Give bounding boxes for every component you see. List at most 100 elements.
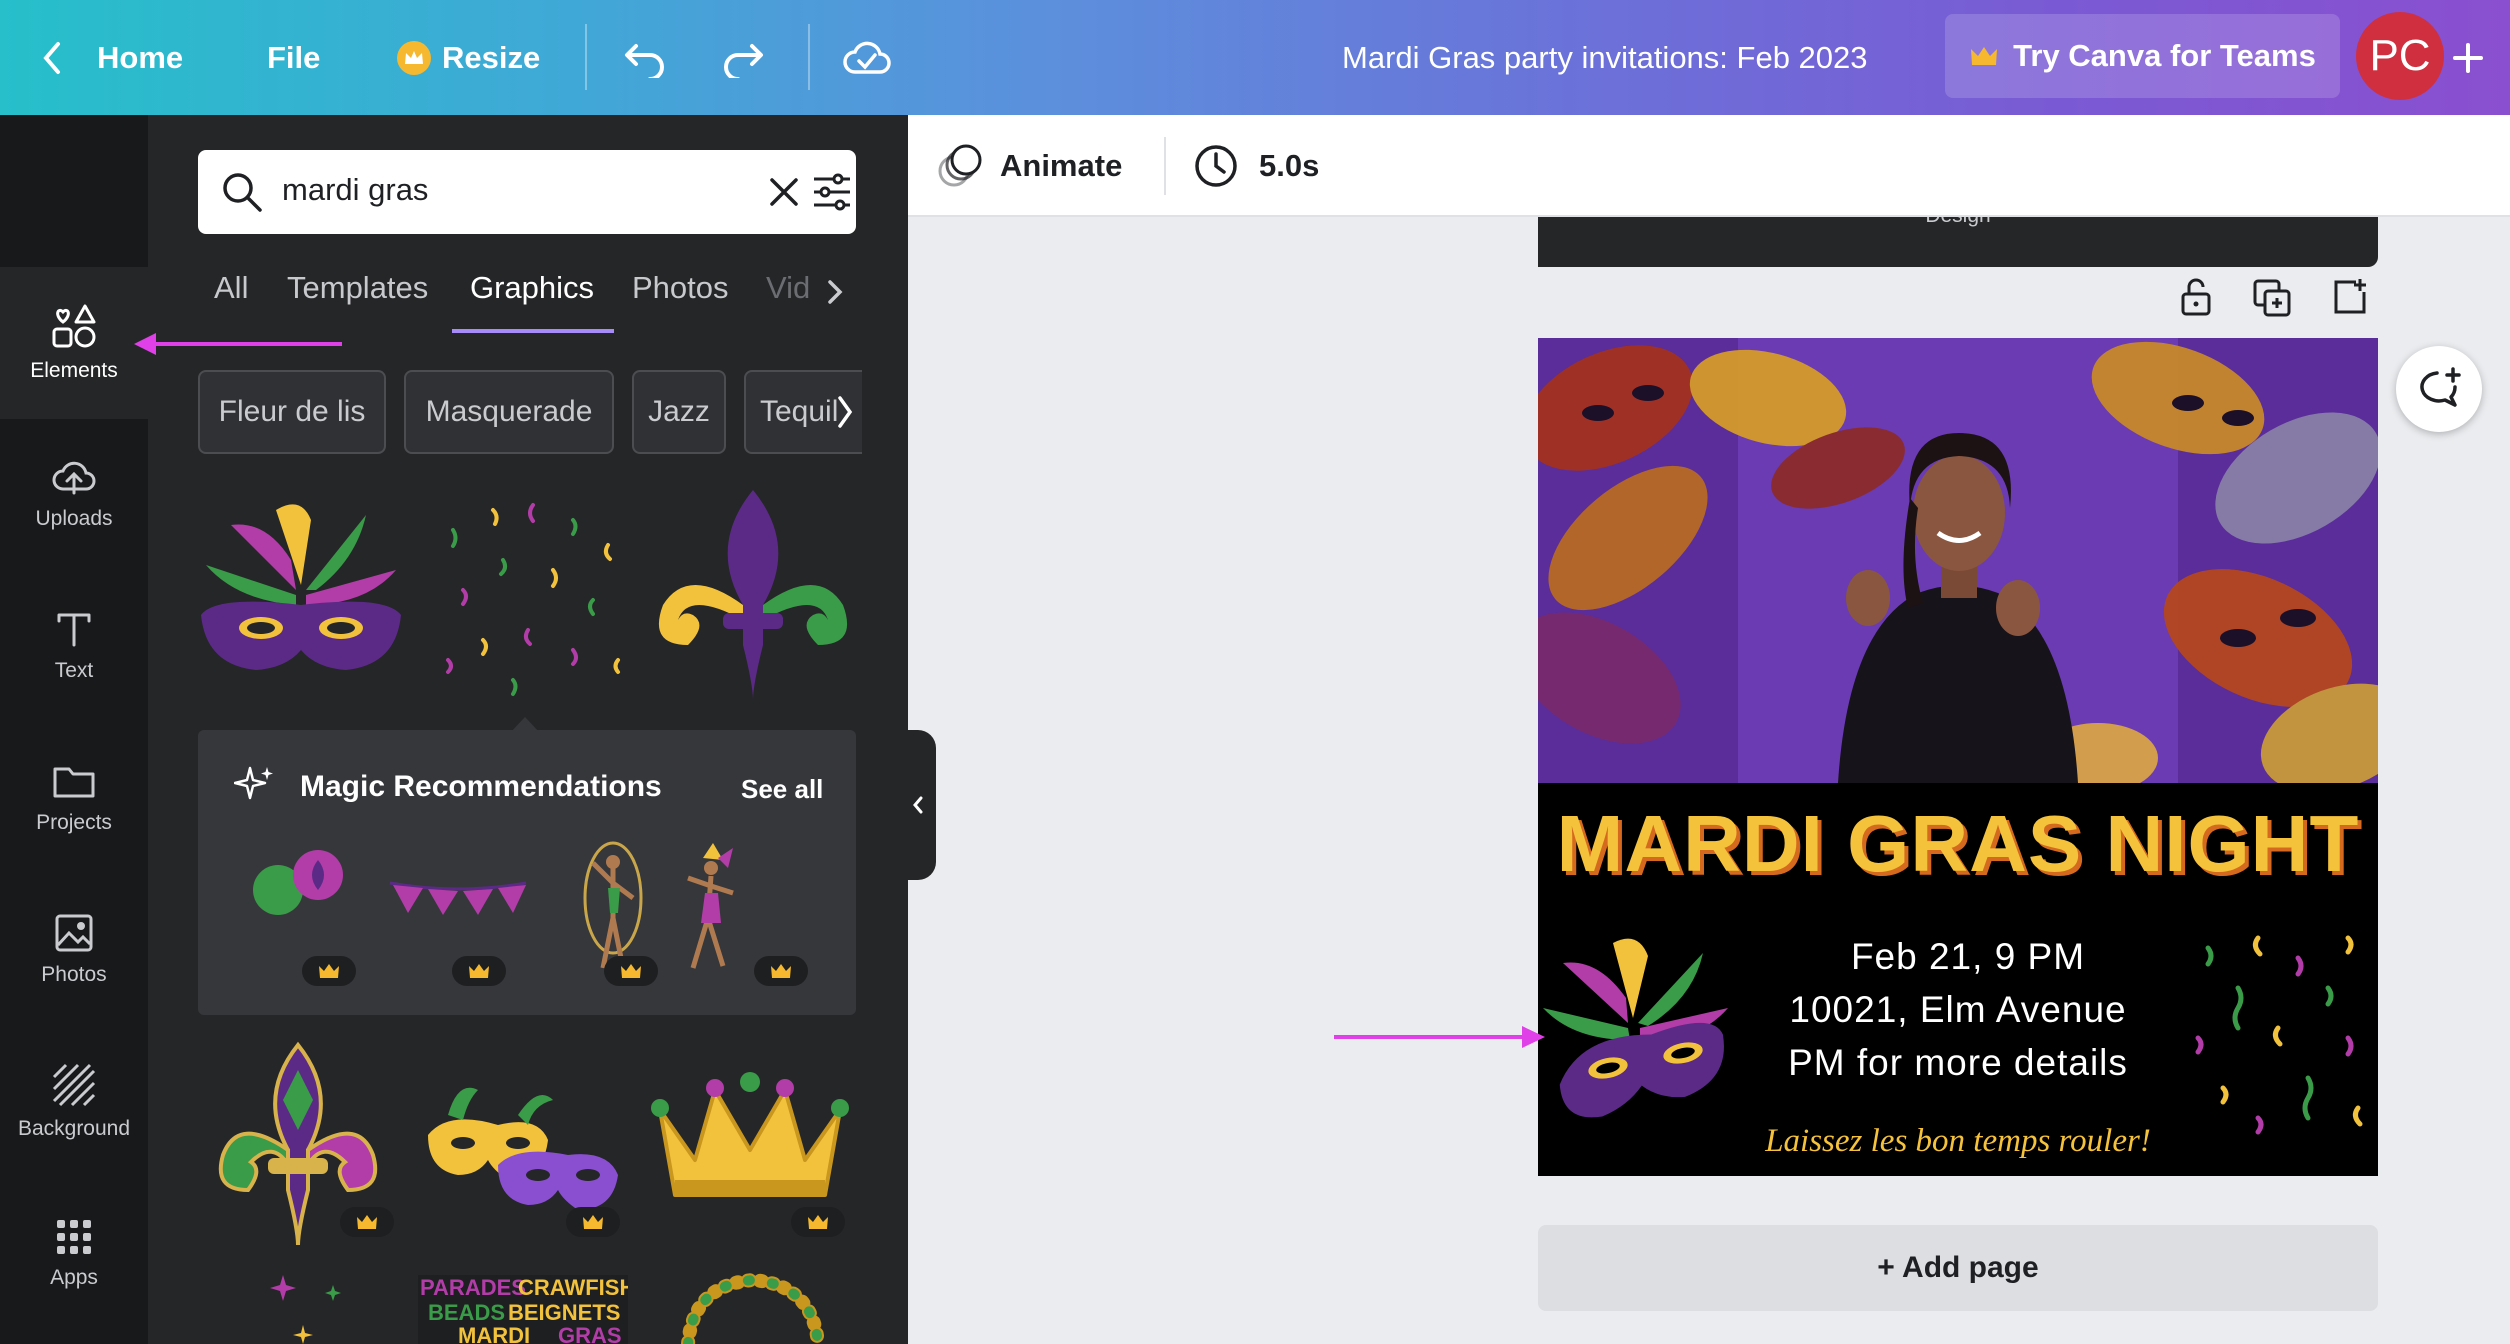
duplicate-page-icon[interactable] (2252, 278, 2292, 318)
crown-icon (357, 1215, 377, 1229)
sidebar-item-projects[interactable]: Projects (0, 724, 148, 872)
folder-icon (53, 767, 95, 798)
duration-button[interactable]: 5.0s (1193, 143, 1319, 189)
resize-button[interactable]: Resize (396, 0, 540, 115)
design-headline[interactable]: MARDI GRAS NIGHT (1538, 798, 2378, 890)
clear-x-icon[interactable] (768, 176, 800, 208)
tab-graphics[interactable]: Graphics (470, 270, 594, 306)
animate-label: Animate (1000, 148, 1123, 183)
back-chevron-icon[interactable] (38, 0, 64, 115)
graphic-bead-necklace[interactable] (668, 1265, 838, 1344)
design-page[interactable]: MARDI GRAS NIGHT Feb 21, 9 PM 10021, Elm… (1538, 338, 2378, 1176)
premium-badge (754, 956, 808, 986)
add-page-icon[interactable] (2330, 276, 2370, 318)
sidebar-item-background[interactable]: Background (0, 1028, 148, 1176)
premium-badge (302, 956, 356, 986)
svg-text:GRAS: GRAS (558, 1323, 622, 1344)
sidebar-item-label: Uploads (35, 507, 113, 530)
see-all-link[interactable]: See all (741, 774, 823, 805)
comment-plus-icon (2420, 367, 2461, 407)
search-input[interactable] (282, 172, 702, 208)
tab-videos[interactable]: Vid (766, 270, 810, 306)
add-page-button[interactable]: + Add page (1538, 1225, 2378, 1311)
document-title[interactable]: Mardi Gras party invitations: Feb 2023 (1342, 0, 1868, 115)
divider (1164, 137, 1166, 195)
sidebar-item-photos[interactable]: Photos (0, 876, 148, 1024)
design-address-text[interactable]: 10021, Elm Avenue (1789, 989, 2126, 1031)
sidebar-item-apps[interactable]: Apps (0, 1180, 148, 1328)
crown-icon (583, 1215, 603, 1229)
shapes-icon (52, 304, 96, 348)
animate-circles-icon (938, 144, 982, 187)
undo-icon[interactable] (622, 0, 668, 115)
teams-button-label: Try Canva for Teams (2013, 38, 2316, 73)
graphic-mardi-gras-mask[interactable] (196, 490, 406, 705)
grid-icon (57, 1220, 91, 1254)
premium-badge (604, 956, 658, 986)
premium-badge (452, 956, 506, 986)
sidebar-item-uploads[interactable]: Uploads (0, 420, 148, 568)
editor-toolbar: Animate 5.0s (908, 115, 2510, 217)
svg-text:PARADES: PARADES (420, 1275, 526, 1300)
active-tab-underline (452, 329, 614, 333)
magic-title: Magic Recommendations (300, 770, 662, 803)
animate-button[interactable]: Animate (936, 143, 1122, 189)
design-details-text[interactable]: PM for more details (1788, 1042, 2128, 1084)
graphic-gold-crown[interactable] (645, 1070, 855, 1220)
tab-templates[interactable]: Templates (287, 270, 428, 306)
filter-sliders-icon[interactable] (810, 170, 854, 214)
sidebar-item-label: Background (17, 1117, 131, 1140)
graphic-masks-pair[interactable] (418, 1075, 628, 1225)
sidebar-item-label: Text (54, 659, 94, 682)
design-confetti-graphic[interactable] (2178, 918, 2378, 1158)
chip-fleur-de-lis[interactable]: Fleur de lis (198, 370, 386, 454)
graphic-confetti[interactable] (433, 490, 633, 705)
tab-all[interactable]: All (214, 270, 248, 306)
add-comment-button[interactable] (2396, 346, 2482, 432)
graphic-fleur-de-lis[interactable] (648, 485, 858, 705)
tab-photos[interactable]: Photos (632, 270, 729, 306)
collapse-panel-handle[interactable] (900, 730, 936, 880)
text-t-icon (57, 613, 91, 647)
hero-photo-masquerade[interactable] (1538, 338, 2378, 783)
graphic-sparkles[interactable] (258, 1265, 378, 1344)
recommendation-balloons[interactable] (248, 840, 348, 960)
add-plus-icon[interactable] (2450, 0, 2486, 115)
design-tagline-text[interactable]: Laissez les bon temps rouler! (1765, 1123, 2151, 1160)
design-mask-graphic[interactable] (1538, 928, 1738, 1138)
cloud-saved-icon[interactable] (842, 0, 892, 115)
graphic-word-collage[interactable]: PARADESCRAWFISH BEADS BEIGNETS MARDI GRAS (418, 1265, 628, 1344)
lock-icon[interactable] (2177, 276, 2215, 318)
sidebar-item-elements[interactable]: Elements (0, 267, 148, 419)
hatch-icon (52, 1063, 96, 1107)
sidebar-item-label: Projects (36, 811, 112, 834)
sidebar-item-label: Photos (41, 963, 107, 986)
try-canva-teams-button[interactable]: Try Canva for Teams (1945, 14, 2340, 98)
duration-label: 5.0s (1259, 148, 1320, 183)
svg-text:BEIGNETS: BEIGNETS (508, 1300, 620, 1325)
divider (585, 24, 587, 90)
design-date-text[interactable]: Feb 21, 9 PM (1851, 936, 2085, 978)
avatar[interactable]: PC (2356, 12, 2444, 100)
crown-icon (621, 964, 641, 978)
search-box (198, 150, 856, 234)
premium-badge (340, 1207, 394, 1237)
chevron-left-icon (913, 796, 923, 814)
recommendation-bunting[interactable] (388, 875, 528, 925)
sidebar-item-label: Elements (30, 359, 118, 382)
tabs-chevron-right-icon[interactable] (824, 277, 846, 307)
crown-icon (319, 964, 339, 978)
crown-icon (469, 964, 489, 978)
cloud-upload-icon (52, 461, 96, 495)
redo-icon[interactable] (720, 0, 766, 115)
sidebar-item-text[interactable]: Text (0, 572, 148, 720)
recommendation-dancer[interactable] (673, 838, 743, 978)
top-bar: Home File Resize Mardi Gras party invita… (0, 0, 2510, 115)
chips-chevron-right-icon[interactable] (834, 393, 856, 431)
svg-text:CRAWFISH: CRAWFISH (518, 1275, 628, 1300)
file-menu-button[interactable]: File (267, 0, 320, 115)
chip-jazz[interactable]: Jazz (632, 370, 726, 454)
home-button[interactable]: Home (97, 0, 183, 115)
chip-masquerade[interactable]: Masquerade (404, 370, 614, 454)
premium-badge (566, 1207, 620, 1237)
